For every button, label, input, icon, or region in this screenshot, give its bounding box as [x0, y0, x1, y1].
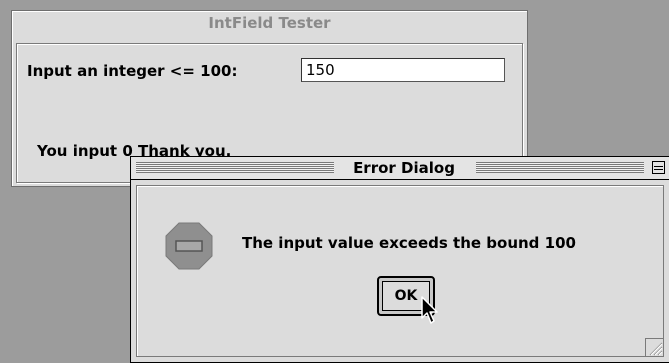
input-label: Input an integer <= 100:: [27, 62, 238, 80]
dialog-title: Error Dialog: [339, 157, 469, 179]
integer-input[interactable]: [301, 58, 505, 82]
dialog-body: The input value exceeds the bound 100 OK: [136, 185, 664, 357]
error-dialog: Error Dialog The input value exceeds the…: [130, 156, 669, 363]
title-bar-stripes-left: [136, 162, 334, 173]
dialog-title-bar[interactable]: Error Dialog: [131, 157, 669, 180]
title-bar-stripes-right: [476, 162, 644, 173]
stop-icon: [165, 222, 213, 270]
window-title[interactable]: IntField Tester: [12, 11, 527, 35]
collapse-box-icon[interactable]: [652, 161, 665, 174]
mouse-pointer-icon: [421, 296, 438, 324]
resize-grip-icon[interactable]: [645, 338, 663, 356]
dialog-message: The input value exceeds the bound 100: [242, 234, 576, 252]
